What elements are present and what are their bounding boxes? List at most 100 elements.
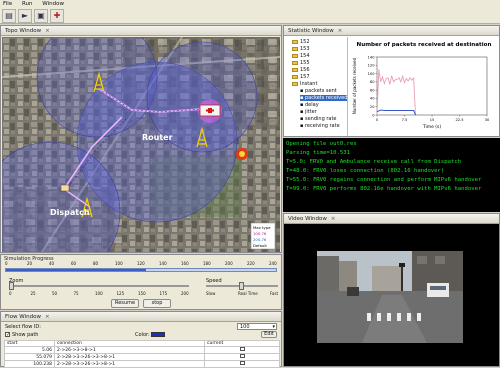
close-icon[interactable]: × [45,28,50,34]
tree-folder[interactable]: Instant [292,81,317,87]
y-tick-label: 40 [370,97,375,101]
color-swatch[interactable] [151,332,165,337]
save-icon[interactable]: ▣ [34,9,48,23]
y-tick-label: 0 [372,113,375,117]
close-icon[interactable]: × [331,216,336,222]
tree-leaf[interactable]: ▪ sending rate [300,116,337,122]
table-row[interactable]: 100.238 2->28->3->26->3->8->1 [4,360,280,368]
current-checkbox[interactable] [239,361,245,365]
zoom-slider[interactable] [9,285,189,287]
zoom-tick-label: 50 [52,291,58,296]
show-path-checkbox[interactable]: ✓ [5,332,10,338]
legend-item: 100.76 [253,231,267,236]
cell-current [204,346,280,354]
console-line: T=48.0: FRV0 loses connection (802.16 ha… [286,168,445,174]
statistic-window-title: Statistic Window × [284,26,499,36]
x-tick-label: 15 [430,118,435,122]
stop-button[interactable]: stop [143,299,171,308]
zoom-tick-label: 100 [95,291,103,296]
tree-folder[interactable]: 152 [292,39,310,45]
console-output: Opening file out0.res Parsing time=10.53… [283,138,500,212]
zoom-tick-label: 25 [30,291,36,296]
flow-window: Flow Window × Select flow ID: 100 ▾ ✓ Sho… [0,311,282,368]
menu-window[interactable]: Window [42,1,64,7]
y-axis-label: Number of packets received [352,57,357,114]
tree-leaf-selected[interactable]: ▪ packets received [300,95,347,101]
speed-ticks: Slow Real Time Fast [206,291,278,297]
y-tick-label: 140 [368,55,376,59]
console-line: T=55.0: FRV0 regains connection and perf… [286,177,482,183]
flow-window-title: Flow Window × [1,312,281,322]
cell-connection: 2->28->3->26->3->8->1 [54,353,205,361]
tree-leaf[interactable]: ▪ jitter [300,109,317,115]
close-icon[interactable]: × [45,314,50,320]
console-line: T=5.0: FRV0 and Ambulance receive call f… [286,159,462,165]
fire-incident-icon[interactable] [236,148,248,160]
show-path-label: Show path [12,332,39,338]
progress-tick-label: 0 [5,261,8,266]
table-row[interactable]: 55.079 2->28->3->26->3->8->1 [4,353,280,361]
toolbar [0,8,500,24]
close-icon[interactable]: × [338,28,343,34]
x-tick-label: 0 [376,118,379,122]
flow-id-value: 100 [240,324,250,330]
play-icon[interactable]: ► [18,9,32,23]
cell-connection: 2->28->3->26->3->8->1 [54,360,205,368]
current-checkbox[interactable] [239,354,245,358]
ambulance-icon[interactable]: ✚ [50,9,64,23]
folder-icon[interactable]: ▤ [2,9,16,23]
legend-item: Default [253,243,267,248]
tree-folder[interactable]: 153 [292,46,310,52]
ambulance-icon[interactable] [199,104,221,117]
speed-thumb[interactable] [239,282,244,290]
flow-id-select[interactable]: 100 ▾ [237,323,277,330]
progress-ticks: 0 20 40 60 80 100 120 140 160 180 200 220 240 [5,261,277,267]
stat-tree: 152 153 154 155 156 157 Instant ▪ packet… [284,37,348,136]
tree-leaf[interactable]: ▪ receiving rate [300,123,340,129]
tree-folder[interactable]: 154 [292,53,310,59]
edit-button[interactable]: Edit [261,331,277,338]
select-flow-label: Select flow ID: [5,324,41,330]
cell-start: 100.238 [4,360,55,368]
speed-tick-label: Slow [206,291,216,296]
speed-tick-label: Real Time [238,291,258,296]
speed-label: Speed [206,278,222,284]
progress-track[interactable] [5,268,277,272]
video-frame [317,251,463,343]
progress-tick-label: 220 [247,261,255,266]
progress-tick-label: 80 [93,261,99,266]
zoom-ticks: 0 25 50 75 100 125 150 175 200 [9,291,189,297]
tree-folder[interactable]: 155 [292,60,310,66]
tree-folder[interactable]: 156 [292,67,310,73]
tree-leaf[interactable]: ▪ delay [300,102,319,108]
cell-start: 55.079 [4,353,55,361]
frv-vehicle[interactable] [60,184,70,192]
topo-map[interactable]: Router Dispatch Max type 100.76 200.76 D… [2,37,280,252]
x-tick-label: 7.5 [402,118,408,122]
zoom-tick-label: 200 [181,291,189,296]
progress-tick-label: 20 [27,261,33,266]
zoom-thumb[interactable] [9,282,14,290]
router-label: Router [142,133,173,142]
statistic-window: Statistic Window × 152 153 154 155 156 15… [283,25,500,137]
simulation-panel: Simulation Progress 0 20 40 60 80 100 120 140 16… [0,254,282,310]
y-tick-label: 20 [370,105,375,109]
tree-folder[interactable]: 157 [292,74,310,80]
table-row[interactable]: 5.06 2->26->3->8->1 [4,346,280,354]
progress-tick-label: 180 [203,261,211,266]
console-line: Opening file out0.res [286,141,357,147]
video-window: Video Window × [283,213,500,367]
y-tick-label: 100 [368,72,376,76]
cell-start: 5.06 [4,346,55,354]
y-tick-label: 80 [370,80,375,84]
video-window-title: Video Window × [284,214,499,224]
resume-button[interactable]: Resume [111,299,139,308]
current-checkbox[interactable] [239,347,245,351]
progress-fill [6,269,147,271]
menu-bar: File Run Window [0,0,500,8]
packets-chart: Number of packets received at destinatio… [352,42,491,130]
console-line: Parsing time=10.531 [286,150,350,156]
tree-leaf[interactable]: ▪ packets sent [300,88,337,94]
menu-file[interactable]: File [3,1,12,7]
menu-run[interactable]: Run [22,1,33,7]
